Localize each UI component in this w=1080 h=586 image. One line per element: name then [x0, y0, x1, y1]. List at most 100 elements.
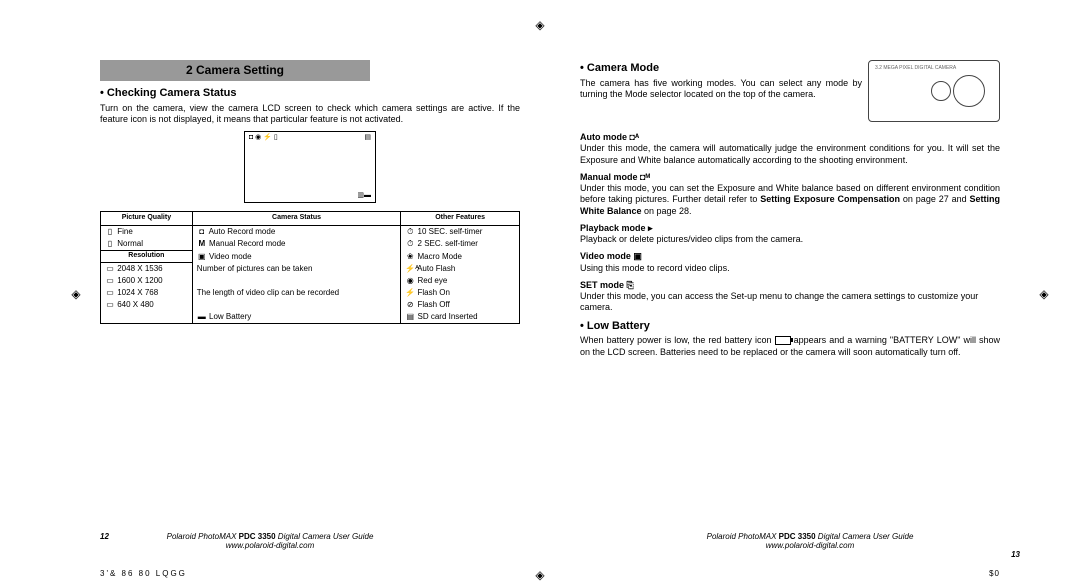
- page-left: 2 Camera Setting Checking Camera Status …: [100, 60, 520, 364]
- cell: ❀ Macro Mode: [401, 251, 520, 263]
- cell: ▭ 2048 X 1536: [101, 263, 193, 276]
- section-title: 2 Camera Setting: [100, 60, 370, 81]
- flash-off-icon: ⊘: [405, 300, 415, 310]
- paragraph: Under this mode, you can access the Set-…: [580, 291, 1000, 314]
- lcd-icons-top: ◘ ◉ ⚡ ▯: [249, 134, 278, 143]
- cell: ▬ Low Battery: [192, 311, 401, 324]
- footer: 12 Polaroid PhotoMAX PDC 3350 Digital Ca…: [0, 532, 1080, 550]
- label: Normal: [117, 239, 143, 248]
- text: on page 27 and: [900, 194, 969, 204]
- lens-icon: [953, 75, 985, 107]
- text: When battery power is low, the red batte…: [580, 335, 775, 345]
- cell: ▭ 640 X 480: [101, 299, 193, 324]
- label: 2 SEC. self-timer: [418, 239, 478, 248]
- th-other-features: Other Features: [401, 212, 520, 226]
- mode-title-playback: Playback mode ▸: [580, 223, 1000, 234]
- footer-url: www.polaroid-digital.com: [540, 541, 1080, 550]
- cell: ◘ Auto Record mode: [192, 226, 401, 239]
- label: Video mode: [209, 252, 252, 261]
- page-number-right: 13: [1011, 550, 1020, 559]
- flash-icon: ⚡: [405, 288, 415, 298]
- ref-bold: Setting Exposure Compensation: [760, 194, 900, 204]
- battery-icon: ▬: [197, 312, 207, 322]
- label: Number of pictures can be taken: [197, 264, 313, 273]
- quality-icon: ▯: [105, 227, 115, 237]
- redeye-icon: ◉: [405, 276, 415, 286]
- cell: ⊘ Flash Off: [401, 299, 520, 311]
- camera-illustration: 3.2 MEGA PIXEL DIGITAL CAMERA: [868, 60, 1000, 122]
- paragraph: Under this mode, the camera will automat…: [580, 143, 1000, 166]
- print-codes: 3'& 86 80 LQGG $0: [100, 569, 1000, 578]
- label: Macro Mode: [418, 252, 462, 261]
- th-camera-status: Camera Status: [192, 212, 401, 226]
- label: SD card Inserted: [418, 312, 478, 321]
- sd-icon: ▤: [405, 312, 415, 322]
- paragraph: Turn on the camera, view the camera LCD …: [100, 103, 520, 126]
- label: Red eye: [418, 276, 448, 285]
- label: Auto Flash: [417, 264, 455, 273]
- cell: ▯ Normal: [101, 238, 193, 251]
- model: PDC 3350: [239, 532, 276, 541]
- macro-icon: ❀: [405, 252, 415, 262]
- cell: ▤ SD card Inserted: [401, 311, 520, 324]
- cell: ⏱ 10 SEC. self-timer: [401, 226, 520, 239]
- video-icon: ▣: [197, 252, 207, 262]
- page-number-left: 12: [100, 532, 109, 541]
- cell: ⏱ 2 SEC. self-timer: [401, 238, 520, 251]
- mode-title-set: SET mode ⎘: [580, 280, 1000, 291]
- page-right: 3.2 MEGA PIXEL DIGITAL CAMERA Camera Mod…: [580, 60, 1000, 364]
- text: Digital Camera User Guide: [276, 532, 374, 541]
- mode-dial-icon: [931, 81, 951, 101]
- cell: ⚡ᴬ Auto Flash: [401, 263, 520, 276]
- res-icon: ▭: [105, 276, 115, 286]
- status-table: Picture Quality Camera Status Other Feat…: [100, 211, 520, 324]
- cell: ▭ 1600 X 1200: [101, 275, 193, 287]
- heading-checking-status: Checking Camera Status: [100, 87, 520, 101]
- subheader-resolution: Resolution: [101, 251, 193, 263]
- text: Polaroid PhotoMAX: [167, 532, 239, 541]
- label: 2048 X 1536: [117, 264, 162, 273]
- guide-title: Polaroid PhotoMAX PDC 3350 Digital Camer…: [167, 532, 374, 541]
- heading-low-battery: Low Battery: [580, 320, 1000, 334]
- res-icon: ▭: [105, 300, 115, 310]
- lcd-icons-bottom: ▥▬: [357, 192, 371, 201]
- text: on page 28.: [642, 206, 692, 216]
- lcd-diagram: ◘ ◉ ⚡ ▯ ▤ ▥▬: [244, 131, 376, 203]
- cell: ⚡ Flash On: [401, 287, 520, 299]
- paragraph: When battery power is low, the red batte…: [580, 335, 1000, 358]
- guide-title: Polaroid PhotoMAX PDC 3350 Digital Camer…: [707, 532, 914, 541]
- camera-label: 3.2 MEGA PIXEL DIGITAL CAMERA: [875, 65, 956, 71]
- cell: ▣ Video mode: [192, 251, 401, 263]
- footer-url: www.polaroid-digital.com: [0, 541, 540, 550]
- paragraph: Playback or delete pictures/video clips …: [580, 234, 1000, 245]
- code-left: 3'& 86 80 LQGG: [100, 569, 187, 578]
- text: Digital Camera User Guide: [816, 532, 914, 541]
- cell: The length of video clip can be recorded: [192, 287, 401, 311]
- label: Fine: [117, 227, 133, 236]
- manual-icon: M: [197, 239, 207, 249]
- res-icon: ▭: [105, 264, 115, 274]
- timer-icon: ⏱: [405, 227, 415, 237]
- camera-icon: ◘: [197, 227, 207, 237]
- registration-mark-icon: ◈: [534, 18, 546, 30]
- footer-right: Polaroid PhotoMAX PDC 3350 Digital Camer…: [540, 532, 1080, 550]
- th-picture-quality: Picture Quality: [101, 212, 193, 226]
- code-right: $0: [989, 569, 1000, 578]
- label: Manual Record mode: [209, 239, 285, 248]
- registration-mark-icon: ◈: [1038, 287, 1050, 299]
- label: 1600 X 1200: [117, 276, 162, 285]
- mode-title-manual: Manual mode ◘ᴹ: [580, 172, 1000, 183]
- cell: ◉ Red eye: [401, 275, 520, 287]
- paragraph: Under this mode, you can set the Exposur…: [580, 183, 1000, 217]
- label: 10 SEC. self-timer: [418, 227, 483, 236]
- label: The length of video clip can be recorded: [197, 288, 339, 297]
- mode-title-video: Video mode ▣: [580, 251, 1000, 262]
- quality-icon: ▯: [105, 239, 115, 249]
- label: 1024 X 768: [117, 288, 158, 297]
- footer-left: 12 Polaroid PhotoMAX PDC 3350 Digital Ca…: [0, 532, 540, 550]
- paragraph: Using this mode to record video clips.: [580, 263, 1000, 274]
- text: Polaroid PhotoMAX: [707, 532, 779, 541]
- cell: Number of pictures can be taken: [192, 263, 401, 288]
- label: Auto Record mode: [209, 227, 276, 236]
- res-icon: ▭: [105, 288, 115, 298]
